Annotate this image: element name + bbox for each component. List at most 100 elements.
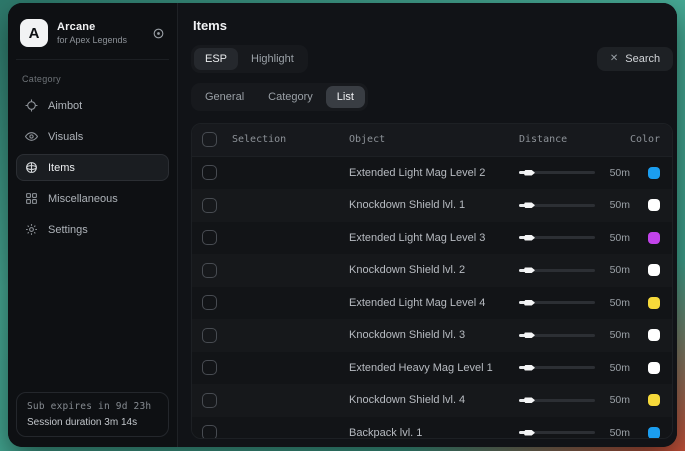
table-row: Knockdown Shield lvl. 2 50m [192, 254, 672, 287]
object-label: Extended Heavy Mag Level 1 [349, 362, 519, 374]
column-selection: Selection [222, 134, 349, 145]
object-label: Knockdown Shield lvl. 1 [349, 199, 519, 211]
slider-thumb[interactable] [524, 266, 535, 274]
search-button[interactable]: ✕ Search [597, 47, 673, 71]
distance-slider[interactable] [519, 431, 595, 434]
app-subtitle: for Apex Legends [57, 35, 143, 45]
row-checkbox[interactable] [202, 328, 217, 343]
color-swatch[interactable] [648, 329, 660, 341]
x-icon: ✕ [610, 54, 618, 64]
distance-value: 50m [610, 199, 630, 211]
distance-slider[interactable] [519, 269, 595, 272]
object-label: Extended Light Mag Level 3 [349, 232, 519, 244]
sidebar-item-items[interactable]: Items [16, 154, 169, 181]
color-swatch[interactable] [648, 264, 660, 276]
tab-general[interactable]: General [194, 86, 255, 108]
view-tab-group: General Category List [191, 83, 368, 111]
sidebar-item-label: Visuals [48, 131, 83, 143]
tab-category[interactable]: Category [257, 86, 324, 108]
target-badge-icon[interactable] [152, 27, 165, 40]
slider-thumb[interactable] [524, 396, 535, 404]
distance-value: 50m [610, 427, 630, 439]
slider-thumb[interactable] [524, 299, 535, 307]
distance-value: 50m [610, 394, 630, 406]
object-label: Extended Light Mag Level 2 [349, 167, 519, 179]
distance-slider[interactable] [519, 366, 595, 369]
select-all-checkbox[interactable] [202, 132, 217, 147]
row-checkbox[interactable] [202, 295, 217, 310]
app-window: A Arcane for Apex Legends Category Aimbo… [8, 3, 677, 447]
slider-thumb[interactable] [524, 201, 535, 209]
app-logo: A [20, 19, 48, 47]
column-object: Object [349, 134, 519, 145]
globe-icon [25, 161, 38, 174]
distance-slider[interactable] [519, 334, 595, 337]
session-duration-text: Session duration 3m 14s [27, 417, 158, 428]
page-title: Items [193, 18, 673, 33]
object-label: Extended Light Mag Level 4 [349, 297, 519, 309]
sidebar-item-aimbot[interactable]: Aimbot [16, 92, 169, 119]
slider-thumb[interactable] [524, 331, 535, 339]
grid-icon [25, 192, 38, 205]
distance-value: 50m [610, 362, 630, 374]
distance-value: 50m [610, 297, 630, 309]
color-swatch[interactable] [648, 297, 660, 309]
table-row: Extended Light Mag Level 2 50m [192, 157, 672, 190]
sidebar-item-visuals[interactable]: Visuals [16, 123, 169, 150]
sidebar: A Arcane for Apex Legends Category Aimbo… [8, 3, 178, 447]
distance-slider[interactable] [519, 301, 595, 304]
sidebar-item-settings[interactable]: Settings [16, 216, 169, 243]
distance-slider[interactable] [519, 204, 595, 207]
sidebar-item-miscellaneous[interactable]: Miscellaneous [16, 185, 169, 212]
slider-thumb[interactable] [524, 429, 535, 437]
distance-value: 50m [610, 232, 630, 244]
search-button-label: Search [625, 53, 660, 65]
sidebar-item-label: Aimbot [48, 100, 82, 112]
table-row: Backpack lvl. 1 50m [192, 417, 672, 440]
row-checkbox[interactable] [202, 393, 217, 408]
color-swatch[interactable] [648, 427, 660, 439]
sidebar-item-label: Settings [48, 224, 88, 236]
tab-esp[interactable]: ESP [194, 48, 238, 70]
view-tabs-row: General Category List [191, 83, 673, 111]
color-swatch[interactable] [648, 199, 660, 211]
tab-list[interactable]: List [326, 86, 365, 108]
mode-tab-group: ESP Highlight [191, 45, 308, 73]
color-swatch[interactable] [648, 362, 660, 374]
table-body: Extended Light Mag Level 2 50m Knockdown… [192, 157, 672, 440]
row-checkbox[interactable] [202, 360, 217, 375]
table-row: Knockdown Shield lvl. 4 50m [192, 384, 672, 417]
distance-slider[interactable] [519, 171, 595, 174]
sub-expires-text: Sub expires in 9d 23h [27, 401, 158, 412]
tab-highlight[interactable]: Highlight [240, 48, 305, 70]
sidebar-header: A Arcane for Apex Legends [16, 13, 169, 60]
category-label: Category [22, 74, 163, 84]
color-swatch[interactable] [648, 394, 660, 406]
row-checkbox[interactable] [202, 230, 217, 245]
slider-thumb[interactable] [524, 169, 535, 177]
slider-thumb[interactable] [524, 234, 535, 242]
sidebar-nav: Aimbot Visuals Items [16, 92, 169, 243]
table-row: Extended Light Mag Level 4 50m [192, 287, 672, 320]
distance-value: 50m [610, 329, 630, 341]
table-row: Extended Light Mag Level 3 50m [192, 222, 672, 255]
row-checkbox[interactable] [202, 263, 217, 278]
app-title: Arcane [57, 21, 143, 33]
column-distance: Distance [519, 134, 630, 145]
table-row: Extended Heavy Mag Level 1 50m [192, 352, 672, 385]
row-checkbox[interactable] [202, 425, 217, 439]
distance-slider[interactable] [519, 236, 595, 239]
row-checkbox[interactable] [202, 165, 217, 180]
table-row: Knockdown Shield lvl. 3 50m [192, 319, 672, 352]
sidebar-item-label: Items [48, 162, 75, 174]
color-swatch[interactable] [648, 232, 660, 244]
distance-value: 50m [610, 264, 630, 276]
main-panel: Items ESP Highlight ✕ Search General Cat… [178, 3, 677, 447]
slider-thumb[interactable] [524, 364, 535, 372]
distance-slider[interactable] [519, 399, 595, 402]
crosshair-icon [25, 99, 38, 112]
object-label: Knockdown Shield lvl. 4 [349, 394, 519, 406]
eye-icon [25, 130, 38, 143]
color-swatch[interactable] [648, 167, 660, 179]
row-checkbox[interactable] [202, 198, 217, 213]
